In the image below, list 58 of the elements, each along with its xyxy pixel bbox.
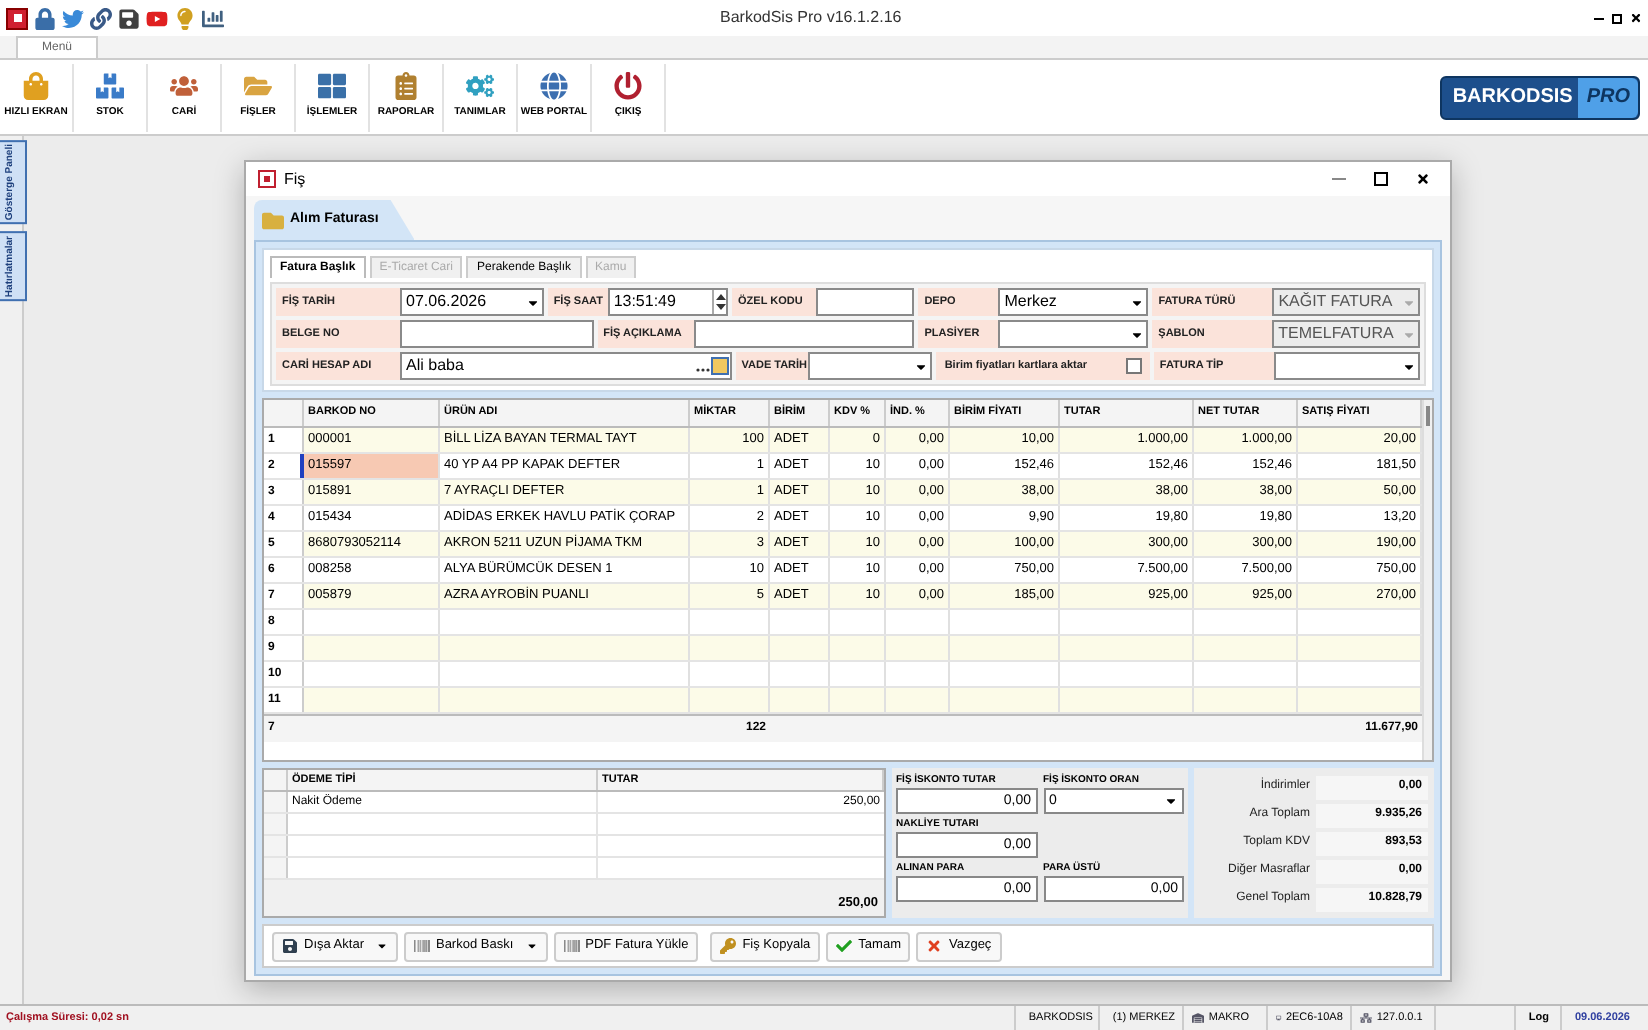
play-icon[interactable]: [146, 7, 168, 29]
people-icon: [170, 72, 198, 101]
dropdown-field[interactable]: [807, 352, 933, 380]
input-field[interactable]: [816, 288, 915, 316]
caret-icon: [914, 359, 929, 373]
settings-icon: [466, 72, 494, 101]
link-icon[interactable]: [90, 7, 112, 29]
minimize-button[interactable]: [1594, 17, 1604, 19]
input-field[interactable]: [693, 320, 915, 348]
globe-icon: [540, 72, 568, 101]
caret-icon: [1402, 295, 1416, 309]
caret-icon: [1402, 359, 1417, 373]
floppy-icon: [282, 938, 298, 955]
lookup-field[interactable]: Ali baba: [400, 352, 732, 380]
window-icon: [258, 170, 276, 188]
barcode-icon: [413, 938, 430, 955]
folder-icon: [244, 72, 272, 101]
close-icon[interactable]: [1630, 12, 1642, 24]
ellipsis-folder-icon: [693, 356, 730, 376]
boxes-icon: [96, 72, 124, 101]
caret-icon: [1130, 327, 1145, 341]
caret-icon: [1401, 327, 1416, 341]
window-title: BarkodSis Pro v16.1.2.16: [720, 6, 902, 30]
chart-icon[interactable]: [202, 7, 224, 29]
window-title: Fiş: [284, 167, 306, 191]
scrollbar[interactable]: [1422, 400, 1432, 761]
restore-button[interactable]: [1612, 13, 1622, 23]
maximize-button[interactable]: [1374, 172, 1388, 186]
dropdown-field[interactable]: 07.06.2026: [400, 288, 544, 316]
bag-icon: [22, 72, 50, 101]
grid-icon: [318, 72, 346, 101]
dropdown-field[interactable]: Merkez: [998, 288, 1149, 316]
input-field[interactable]: [400, 320, 594, 348]
network-icon: [1360, 1012, 1373, 1024]
clipboard-icon: [392, 72, 420, 101]
close-icon[interactable]: [1416, 172, 1430, 186]
caret-icon: [1164, 794, 1178, 809]
cross-icon: [926, 938, 943, 955]
dropdown-field[interactable]: [998, 320, 1149, 348]
floppy-icon[interactable]: [118, 7, 140, 29]
lock-icon[interactable]: [34, 7, 56, 29]
app-icon[interactable]: [6, 7, 28, 29]
caret-icon: [525, 940, 538, 953]
logo: BARKODSIS PRO: [1440, 75, 1640, 119]
check-icon: [836, 938, 853, 955]
bird-icon[interactable]: [62, 7, 84, 29]
barcode-icon: [563, 938, 580, 955]
folder-icon: [262, 209, 284, 231]
caret-icon: [525, 295, 540, 309]
key-icon: [720, 938, 737, 955]
spin-arrows-icon: [712, 290, 727, 314]
power-icon: [614, 72, 642, 101]
caret-icon: [1130, 295, 1145, 309]
warehouse-icon: [1192, 1012, 1205, 1024]
time-spinner[interactable]: 13:51:49: [607, 288, 729, 316]
dropdown-field[interactable]: [1273, 352, 1421, 380]
checkbox[interactable]: [1125, 358, 1142, 374]
caret-icon: [375, 940, 388, 953]
